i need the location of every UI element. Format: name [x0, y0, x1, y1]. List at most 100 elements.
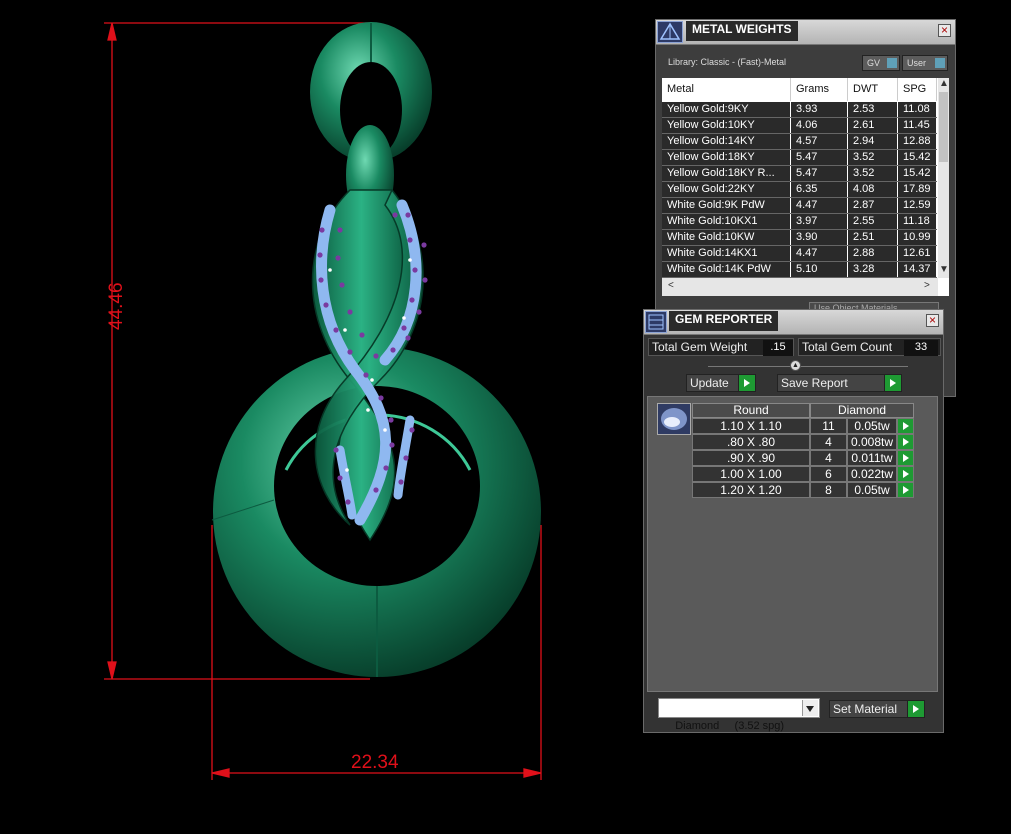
gem-row[interactable]: .80 X .80 4 0.008tw	[692, 434, 914, 450]
metal-name: White Gold:10KW	[662, 230, 791, 245]
gem-row[interactable]: 1.20 X 1.20 8 0.05tw	[692, 482, 914, 498]
metal-name: White Gold:14K PdW	[662, 262, 791, 277]
metal-name: Yellow Gold:14KY	[662, 134, 791, 149]
material-select-value: Diamond (3.52 spg)	[675, 720, 785, 732]
select-gem-button[interactable]	[897, 450, 914, 466]
gem-list-icon	[645, 311, 667, 333]
gv-label: GV	[867, 58, 881, 68]
metal-weights-titlebar[interactable]: METAL WEIGHTS ×	[656, 20, 955, 45]
spg: 11.18	[898, 214, 937, 229]
dwt: 2.51	[848, 230, 898, 245]
grams: 4.47	[791, 198, 848, 213]
column-header-spg[interactable]: SPG	[898, 78, 937, 101]
table-row[interactable]: Yellow Gold:18KY R... 5.47 3.52 15.42	[662, 166, 937, 182]
dwt: 2.55	[848, 214, 898, 229]
width-dimension-label: 22.34	[351, 752, 399, 773]
column-header-metal[interactable]: Metal	[662, 78, 791, 101]
play-icon	[907, 701, 924, 717]
chevron-down-icon[interactable]: ▼	[939, 264, 949, 275]
spg: 15.42	[898, 150, 937, 165]
set-material-button[interactable]: Set Material	[829, 700, 925, 718]
table-row[interactable]: White Gold:9K PdW 4.47 2.87 12.59	[662, 198, 937, 214]
dwt: 2.53	[848, 102, 898, 117]
table-row[interactable]: Yellow Gold:9KY 3.93 2.53 11.08	[662, 102, 937, 118]
spg: 12.61	[898, 246, 937, 261]
material-select[interactable]: Diamond (3.52 spg)	[658, 698, 820, 732]
table-row[interactable]: Yellow Gold:18KY 5.47 3.52 15.42	[662, 150, 937, 166]
metal-name: White Gold:9K PdW	[662, 198, 791, 213]
gem-table-header: Round Diamond	[692, 403, 914, 418]
gem-weight: 0.022tw	[847, 466, 897, 482]
close-icon[interactable]: ×	[938, 24, 951, 37]
metal-table-header: Metal Grams DWT SPG	[662, 78, 937, 101]
column-header-grams[interactable]: Grams	[791, 78, 848, 101]
gem-size: .80 X .80	[692, 434, 810, 450]
gem-row[interactable]: 1.00 X 1.00 6 0.022tw	[692, 466, 914, 482]
save-report-button[interactable]: Save Report	[777, 374, 902, 392]
chevron-up-icon[interactable]: ▲	[939, 78, 949, 89]
metal-name: Yellow Gold:9KY	[662, 102, 791, 117]
total-gem-count-value: 33	[904, 340, 938, 356]
gem-list-panel: Round Diamond 1.10 X 1.10 11 0.05tw .80 X …	[647, 396, 938, 692]
play-icon	[884, 375, 901, 391]
gem-reporter-title: GEM REPORTER	[669, 311, 779, 331]
table-row[interactable]: White Gold:10KW 3.90 2.51 10.99	[662, 230, 937, 246]
gem-weight: 0.008tw	[847, 434, 897, 450]
metal-name: Yellow Gold:22KY	[662, 182, 791, 197]
metal-name: Yellow Gold:10KY	[662, 118, 791, 133]
update-button[interactable]: Update	[686, 374, 756, 392]
dwt: 3.52	[848, 166, 898, 181]
total-gem-weight-label: Total Gem Weight	[652, 340, 748, 354]
spg: 17.89	[898, 182, 937, 197]
dwt: 3.52	[848, 150, 898, 165]
gem-count: 11	[810, 418, 847, 434]
round-gem-icon[interactable]	[657, 403, 691, 435]
table-row[interactable]: Yellow Gold:22KY 6.35 4.08 17.89	[662, 182, 937, 198]
grams: 3.90	[791, 230, 848, 245]
vertical-scrollbar[interactable]: ▲ ▼	[938, 78, 949, 278]
grams: 5.47	[791, 166, 848, 181]
divider	[708, 366, 908, 367]
column-header-dwt[interactable]: DWT	[848, 78, 898, 101]
grams: 4.57	[791, 134, 848, 149]
gem-count: 4	[810, 434, 847, 450]
select-gem-button[interactable]	[897, 418, 914, 434]
select-gem-button[interactable]	[897, 466, 914, 482]
table-row[interactable]: White Gold:14KX1 4.47 2.88 12.61	[662, 246, 937, 262]
total-gem-count-label: Total Gem Count	[802, 340, 893, 354]
scroll-thumb[interactable]	[939, 92, 948, 162]
gem-row[interactable]: 1.10 X 1.10 11 0.05tw	[692, 418, 914, 434]
spg: 14.37	[898, 262, 937, 277]
table-row[interactable]: Yellow Gold:10KY 4.06 2.61 11.45	[662, 118, 937, 134]
gem-count: 4	[810, 450, 847, 466]
grams: 3.97	[791, 214, 848, 229]
horizontal-scrollbar[interactable]: < >	[662, 278, 938, 296]
save-report-label: Save Report	[781, 376, 848, 390]
chevron-down-icon[interactable]	[802, 700, 818, 716]
chevron-left-icon[interactable]: <	[668, 280, 674, 291]
metal-weights-title: METAL WEIGHTS	[686, 21, 798, 41]
pyramid-icon	[657, 21, 683, 43]
table-row[interactable]: White Gold:10KX1 3.97 2.55 11.18	[662, 214, 937, 230]
set-material-label: Set Material	[833, 702, 898, 716]
spg: 11.45	[898, 118, 937, 133]
close-icon[interactable]: ×	[926, 314, 939, 327]
gv-toggle[interactable]: GV	[862, 55, 900, 71]
select-gem-button[interactable]	[897, 482, 914, 498]
table-row[interactable]: White Gold:14K PdW 5.10 3.28 14.37	[662, 262, 937, 278]
collapse-icon[interactable]: ▲	[790, 360, 801, 371]
grams: 3.93	[791, 102, 848, 117]
metal-name: Yellow Gold:18KY R...	[662, 166, 791, 181]
dwt: 2.94	[848, 134, 898, 149]
select-gem-button[interactable]	[897, 434, 914, 450]
gem-size: .90 X .90	[692, 450, 810, 466]
gem-reporter-titlebar[interactable]: GEM REPORTER ×	[644, 310, 943, 335]
material-header: Diamond	[810, 403, 914, 418]
gem-reporter-window: GEM REPORTER × Total Gem Weight .15 Tota…	[643, 309, 944, 733]
chevron-right-icon[interactable]: >	[924, 280, 930, 291]
metal-table: Metal Grams DWT SPG Yellow Gold:9KY 3.93 2…	[662, 78, 949, 296]
user-label: User	[907, 58, 927, 68]
gem-row[interactable]: .90 X .90 4 0.011tw	[692, 450, 914, 466]
user-toggle[interactable]: User	[902, 55, 948, 71]
table-row[interactable]: Yellow Gold:14KY 4.57 2.94 12.88	[662, 134, 937, 150]
